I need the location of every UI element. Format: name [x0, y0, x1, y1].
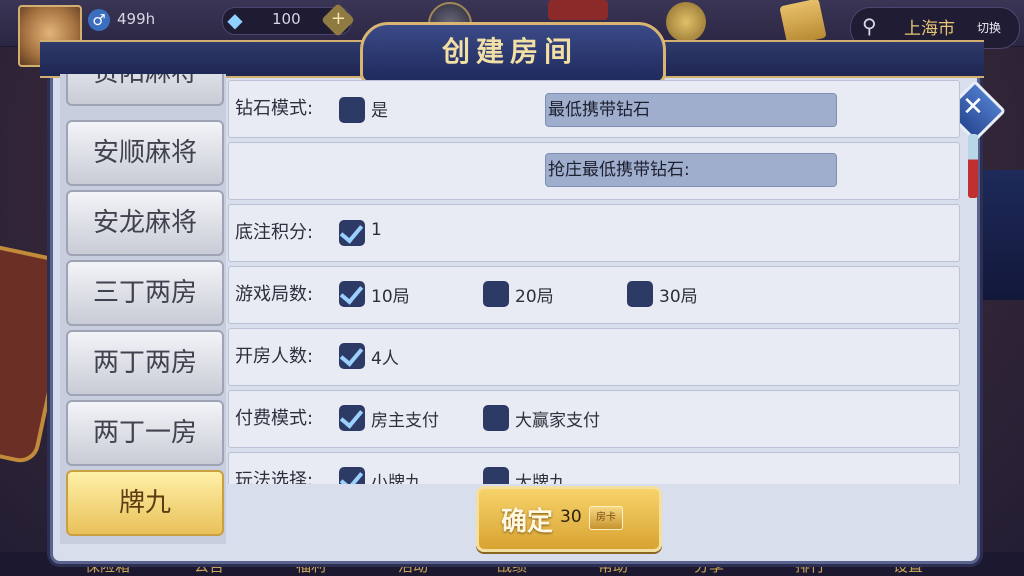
- play-hours: 499h: [117, 10, 156, 28]
- plus-icon: +: [331, 8, 347, 30]
- mail-icon[interactable]: [779, 0, 827, 46]
- rounds-20-checkbox[interactable]: [483, 281, 509, 307]
- rounds-30-checkbox[interactable]: [627, 281, 653, 307]
- rounds-20-option: 20局: [515, 287, 554, 307]
- payment-owner-checkbox[interactable]: [339, 405, 365, 431]
- settings-row-base-score: 底注积分: 1: [228, 204, 960, 262]
- game-type-item[interactable]: 贵阳麻将: [66, 74, 224, 106]
- gameplay-small-checkbox[interactable]: [339, 467, 365, 484]
- confirm-button[interactable]: 确定 30 房卡: [476, 486, 662, 552]
- game-type-item-active[interactable]: 牌九: [66, 470, 224, 536]
- rounds-10-checkbox[interactable]: [339, 281, 365, 307]
- gameplay-small-option: 小牌九: [371, 473, 422, 484]
- location-city: 上海市: [904, 19, 955, 39]
- rounds-30-option: 30局: [659, 287, 698, 307]
- confirm-label: 确定: [501, 507, 554, 537]
- diamond-icon: ◆: [227, 8, 243, 32]
- diamond-mode-label: 钻石模式:: [235, 98, 314, 119]
- payment-winner-option: 大赢家支付: [515, 411, 600, 431]
- base-score-option: 1: [371, 220, 382, 240]
- game-type-item[interactable]: 两丁一房: [66, 400, 224, 466]
- min-carry-diamond-field[interactable]: 最低携带钻石: [545, 93, 837, 127]
- location-switch-label[interactable]: 切换: [977, 19, 1001, 36]
- settings-row-banker-min: 抢庄最低携带钻石:: [228, 142, 960, 200]
- diamond-mode-checkbox[interactable]: [339, 97, 365, 123]
- game-type-item[interactable]: 三丁两房: [66, 260, 224, 326]
- dialog-title: 创建房间: [441, 35, 578, 68]
- banker-min-diamond-field[interactable]: 抢庄最低携带钻石:: [545, 153, 837, 187]
- right-decoration: [974, 170, 1024, 300]
- rounds-10-option: 10局: [371, 287, 410, 307]
- players-4-checkbox[interactable]: [339, 343, 365, 369]
- rounds-label: 游戏局数:: [235, 284, 314, 305]
- players-label: 开房人数:: [235, 346, 314, 367]
- game-type-item[interactable]: 两丁两房: [66, 330, 224, 396]
- settings-row-diamond-mode: 钻石模式: 是 最低携带钻石: [228, 80, 960, 138]
- chat-icon[interactable]: [666, 2, 706, 42]
- diamond-mode-option: 是: [371, 101, 388, 121]
- room-card-icon: 房卡: [589, 506, 623, 530]
- base-score-label: 底注积分:: [235, 222, 314, 243]
- game-type-list[interactable]: 贵阳麻将 安顺麻将 安龙麻将 三丁两房 两丁两房 两丁一房 牌九: [60, 74, 226, 544]
- payment-winner-checkbox[interactable]: [483, 405, 509, 431]
- confirm-cost: 30: [560, 507, 582, 527]
- location-pin-icon: ⚲: [862, 14, 877, 38]
- settings-row-gameplay: 玩法选择: 小牌九 大牌九: [228, 452, 960, 484]
- payment-label: 付费模式:: [235, 408, 314, 429]
- banner-icon[interactable]: [548, 0, 608, 20]
- gameplay-label: 玩法选择:: [235, 470, 314, 484]
- room-settings-panel: 钻石模式: 是 最低携带钻石 抢庄最低携带钻石: 底注积分: 1 游戏局数: 1…: [228, 74, 960, 484]
- base-score-checkbox[interactable]: [339, 220, 365, 246]
- game-type-item[interactable]: 安龙麻将: [66, 190, 224, 256]
- settings-row-payment: 付费模式: 房主支付 大赢家支付: [228, 390, 960, 448]
- gameplay-big-option: 大牌九: [515, 473, 566, 484]
- game-type-item[interactable]: 安顺麻将: [66, 120, 224, 186]
- settings-row-players: 开房人数: 4人: [228, 328, 960, 386]
- payment-owner-option: 房主支付: [371, 411, 439, 431]
- diamond-count: 100: [272, 10, 301, 28]
- gender-male-icon: ♂: [88, 9, 110, 31]
- settings-row-rounds: 游戏局数: 10局 20局 30局: [228, 266, 960, 324]
- tassel-ornament: [968, 134, 978, 198]
- players-4-option: 4人: [371, 349, 399, 369]
- gameplay-big-checkbox[interactable]: [483, 467, 509, 484]
